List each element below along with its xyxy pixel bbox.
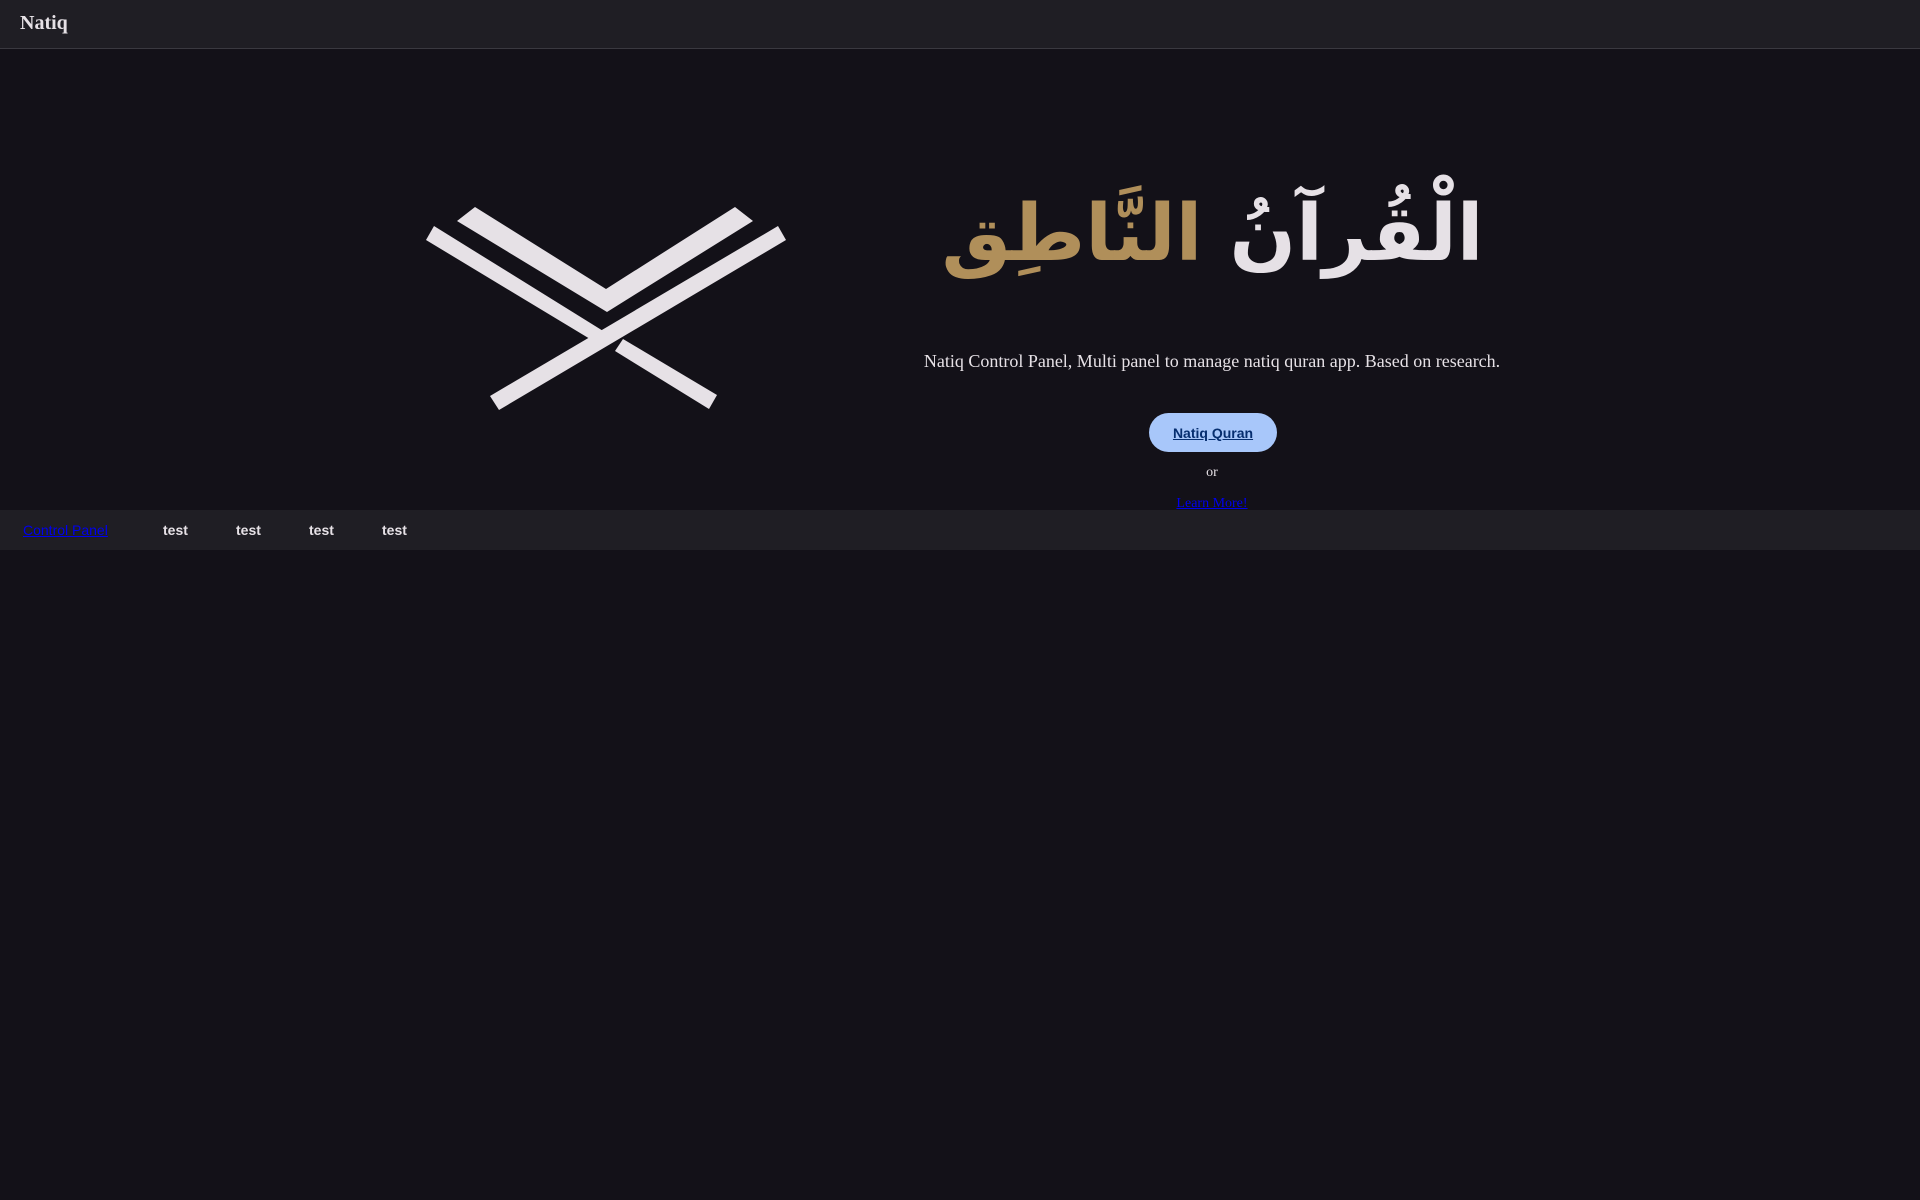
nav-item-test-3[interactable]: test [309, 522, 334, 538]
nav-item-test-2[interactable]: test [236, 522, 261, 538]
top-app-bar: Natiq [0, 0, 1920, 49]
hero-arabic-title: الْقُرآنُ النَّاطِق [941, 169, 1483, 299]
natiq-quran-button[interactable]: Natiq Quran [1149, 413, 1277, 452]
title-word-natiq: النَّاطِق [941, 189, 1203, 279]
hero-tagline: Natiq Control Panel, Multi panel to mana… [923, 351, 1501, 371]
nav-item-control-panel[interactable]: Control Panel [23, 522, 108, 538]
bottom-nav-bar: Control Panel test test test test [0, 510, 1920, 550]
brand-title[interactable]: Natiq [20, 12, 68, 35]
or-separator: or [1206, 465, 1218, 480]
quran-book-icon [426, 207, 786, 410]
nav-item-test-1[interactable]: test [163, 522, 188, 538]
hero-section: الْقُرآنُ النَّاطِق Natiq Control Panel,… [0, 49, 1920, 511]
title-word-quran: الْقُرآنُ [1229, 189, 1484, 279]
nav-item-test-4[interactable]: test [382, 522, 407, 538]
